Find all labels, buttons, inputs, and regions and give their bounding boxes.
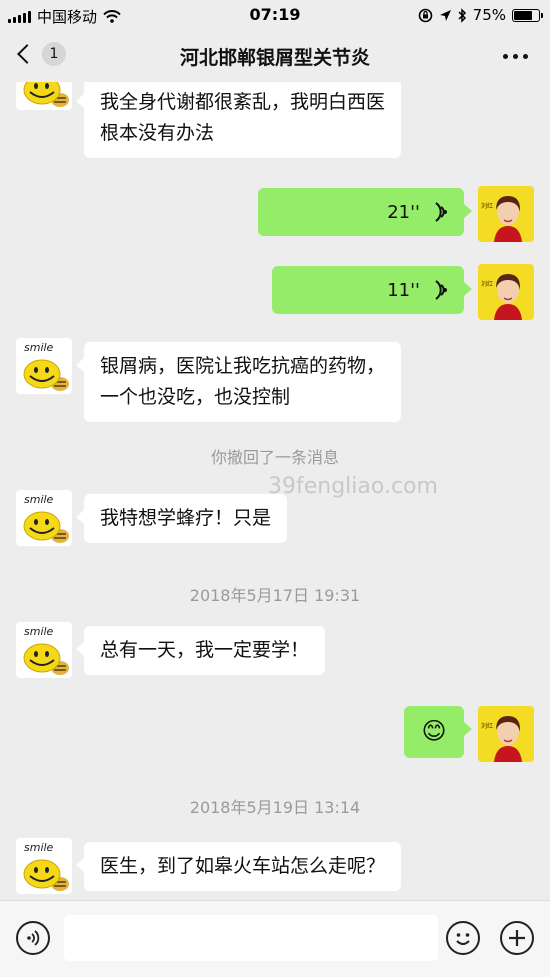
voice-duration: 11'' xyxy=(387,279,420,301)
battery-percent: 75% xyxy=(472,6,506,24)
message-row: 刘红 11'' xyxy=(0,264,550,324)
message-line: 我全身代谢都很紊乱，我明白西医 xyxy=(100,91,386,113)
doctor-label: 刘红 xyxy=(481,722,493,730)
message-text: 医生，到了如皋火车站怎么走呢？ xyxy=(100,855,386,877)
smile-label: smile xyxy=(24,493,54,506)
message-row: smile 银屑病，医院让我吃抗癌的药物， 一个也没吃，也没控制 xyxy=(0,338,550,428)
doctor-label: 刘红 xyxy=(481,280,493,288)
message-bubble[interactable]: 医生，到了如皋火车站怎么走呢？ xyxy=(75,842,402,891)
message-row: smile 总有一天，我一定要学！ xyxy=(0,622,550,688)
message-text: 我特想学蜂疗！只是 xyxy=(100,507,272,529)
rotation-lock-icon xyxy=(418,8,432,22)
more-functions-button[interactable] xyxy=(500,921,534,955)
patient-avatar[interactable]: smile xyxy=(16,838,72,894)
patient-avatar[interactable]: smile xyxy=(16,82,72,110)
location-icon xyxy=(439,9,451,21)
message-line: 一个也没吃，也没控制 xyxy=(100,386,291,408)
more-options-icon[interactable] xyxy=(503,54,528,59)
doctor-avatar[interactable]: 刘红 xyxy=(478,264,534,320)
voice-wave-icon xyxy=(435,280,447,300)
emoji-button[interactable] xyxy=(446,921,480,955)
message-list[interactable]: 39fengliao.com smile 我全身代谢都很紊乱，我明白西医 根本没… xyxy=(0,82,550,900)
battery-icon xyxy=(512,8,543,22)
timestamp: 2018年5月17日 19:31 xyxy=(189,586,361,605)
patient-avatar[interactable]: smile xyxy=(16,490,72,546)
patient-avatar[interactable]: smile xyxy=(16,622,72,678)
message-bubble[interactable]: 我特想学蜂疗！只是 xyxy=(75,494,288,543)
voice-wave-icon xyxy=(435,202,447,222)
emoji-message-bubble[interactable]: 😊 xyxy=(404,706,472,758)
message-row: 刘红 😊 xyxy=(0,706,550,766)
message-text: 总有一天，我一定要学！ xyxy=(100,639,310,661)
status-icons: 75% xyxy=(418,6,543,24)
bluetooth-icon xyxy=(458,7,466,23)
message-input[interactable] xyxy=(64,915,438,961)
message-row: smile 我全身代谢都很紊乱，我明白西医 根本没有办法 xyxy=(0,82,550,164)
voice-message-bubble[interactable]: 11'' xyxy=(272,266,472,314)
voice-input-button[interactable] xyxy=(16,921,50,955)
smiley-icon xyxy=(456,933,470,945)
plus-icon xyxy=(509,930,525,946)
smile-emoji-icon: 😊 xyxy=(421,717,447,745)
smile-label: smile xyxy=(24,841,54,854)
message-bubble[interactable]: 银屑病，医院让我吃抗癌的药物， 一个也没吃，也没控制 xyxy=(75,342,402,422)
recalled-notice: 你撤回了一条消息 xyxy=(210,448,339,467)
chat-header: 1 河北邯郸银屑型关节炎 xyxy=(0,30,550,82)
chat-title: 河北邯郸银屑型关节炎 xyxy=(179,47,370,69)
doctor-avatar[interactable]: 刘红 xyxy=(478,186,534,242)
status-bar: 中国移动 07:19 75% xyxy=(0,0,550,30)
timestamp: 2018年5月19日 13:14 xyxy=(189,798,361,817)
voice-icon xyxy=(27,930,40,946)
message-line: 根本没有办法 xyxy=(100,122,215,144)
patient-avatar[interactable]: smile xyxy=(16,338,72,394)
message-row: 刘红 21'' xyxy=(0,186,550,246)
doctor-label: 刘红 xyxy=(481,202,493,210)
smile-label: smile xyxy=(24,341,54,354)
message-row: smile 我特想学蜂疗！只是 xyxy=(0,490,550,556)
voice-duration: 21'' xyxy=(387,201,420,223)
message-bubble[interactable]: 我全身代谢都很紊乱，我明白西医 根本没有办法 xyxy=(75,82,402,158)
message-row: smile 医生，到了如皋火车站怎么走呢？ xyxy=(0,838,550,900)
input-bar xyxy=(0,900,550,977)
battery-level xyxy=(514,10,532,20)
doctor-avatar[interactable]: 刘红 xyxy=(478,706,534,762)
smile-label: smile xyxy=(24,625,54,638)
voice-message-bubble[interactable]: 21'' xyxy=(258,188,472,236)
message-bubble[interactable]: 总有一天，我一定要学！ xyxy=(75,626,326,675)
message-line: 银屑病，医院让我吃抗癌的药物， xyxy=(100,355,386,377)
